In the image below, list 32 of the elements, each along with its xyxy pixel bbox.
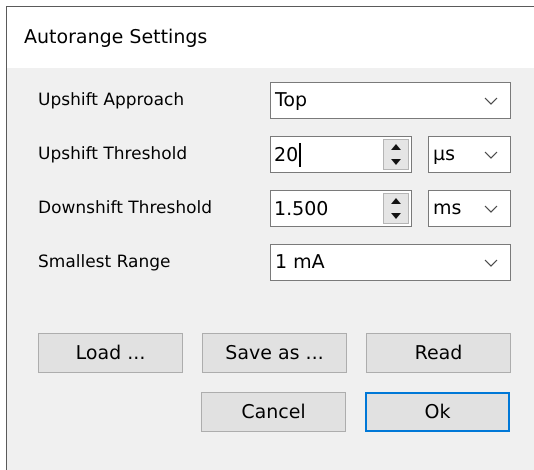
chevron-down-icon [484,150,498,158]
field-label: Downshift Threshold [38,196,214,220]
dropdown[interactable]: ms [428,190,511,227]
field-label: Upshift Approach [38,88,186,112]
dropdown[interactable]: µs [428,136,511,173]
spin-value: 20 [274,142,302,166]
arrow-down-icon [391,158,401,165]
dialog-button[interactable]: Cancel [201,392,346,432]
field-label: Smallest Range [38,250,172,274]
dropdown[interactable]: 1 mA [270,244,511,281]
dialog-button[interactable]: Load ... [38,333,183,373]
dropdown-value: µs [433,142,455,168]
dialog-button[interactable]: Ok [365,392,510,432]
spin-value: 1.500 [274,196,330,220]
spinner-buttons[interactable] [383,193,409,224]
chevron-down-icon [484,258,498,266]
dialog-button[interactable]: Read [366,333,511,373]
chevron-down-icon [484,204,498,212]
arrow-up-icon [391,198,401,204]
dialog-button[interactable]: Save as ... [202,333,347,373]
dropdown[interactable]: Top [270,82,511,119]
arrow-down-icon [391,212,401,219]
dropdown-value: ms [433,196,462,222]
dropdown-value: Top [275,88,308,114]
chevron-down-icon [484,96,498,104]
arrow-up-icon [391,144,401,150]
window-title: Autorange Settings [24,25,208,50]
spinner-buttons[interactable] [383,139,409,170]
dropdown-value: 1 mA [275,250,325,276]
spin-field[interactable]: 20 [270,136,412,173]
field-label: Upshift Threshold [38,142,188,166]
spin-field[interactable]: 1.500 [270,190,412,227]
